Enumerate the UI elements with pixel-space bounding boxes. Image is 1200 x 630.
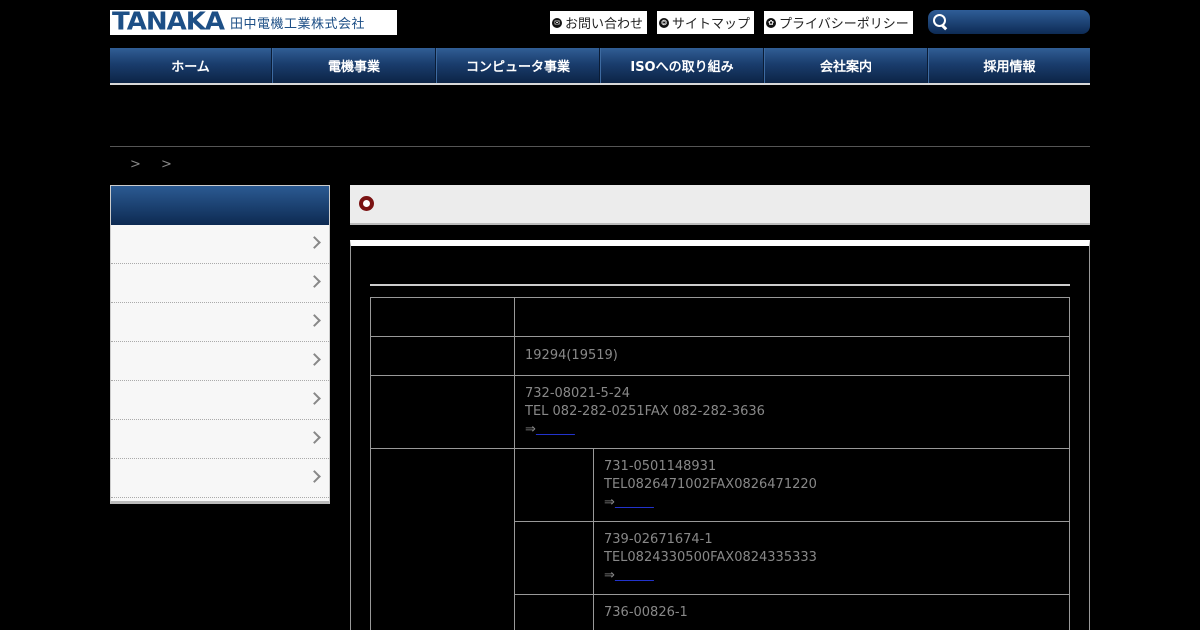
sidebar-item[interactable]: [111, 264, 329, 303]
company-info-table: 19294(19519) 732-08021-5-24 TEL 082-282-…: [370, 297, 1070, 630]
head-office-address: 732-08021-5-24: [525, 386, 631, 401]
global-nav: ホーム 電機事業 コンピュータ事業 ISOへの取り組み 会社案内 採用情報: [110, 48, 1090, 85]
sitemap-icon: ❂: [659, 17, 669, 28]
arrow-icon: ⇒: [604, 495, 615, 510]
table-row: 731-0501148931 TEL0826471002FAX082647122…: [370, 448, 1070, 630]
privacy-link-label: プライバシーポリシー: [779, 17, 909, 32]
nav-iso[interactable]: ISOへの取り組み: [600, 48, 764, 83]
branch-address: 731-0501148931: [604, 459, 717, 474]
sidebar-item[interactable]: [111, 303, 329, 342]
map-link[interactable]: [536, 422, 575, 437]
breadcrumb-separator: >: [130, 157, 141, 172]
table-cell: 736-00826-1: [593, 594, 1070, 630]
sidebar: [110, 185, 330, 504]
table-header-cell: [370, 375, 515, 449]
sidebar-item[interactable]: [111, 342, 329, 381]
contact-link-label: お問い合わせ: [565, 17, 644, 32]
table-subheader-cell: [514, 448, 594, 522]
mail-icon: ✉: [552, 17, 562, 28]
table-row: 732-08021-5-24 TEL 082-282-0251FAX 082-2…: [370, 375, 1070, 449]
breadcrumb-separator: >: [161, 157, 172, 172]
search-input[interactable]: [954, 15, 1084, 29]
sidebar-item[interactable]: [111, 381, 329, 420]
head-office-tel: TEL 082-282-0251FAX 082-282-3636: [525, 404, 765, 419]
branch-tel: TEL0826471002FAX0826471220: [604, 477, 817, 492]
chevron-right-icon: [308, 431, 321, 444]
title-bullet-icon: [359, 196, 374, 211]
divider: [110, 146, 1090, 147]
branch-tel: TEL0824330500FAX0824335333: [604, 550, 817, 565]
chevron-right-icon: [308, 470, 321, 483]
sidebar-header: [111, 186, 329, 225]
chevron-right-icon: [308, 353, 321, 366]
table-header-cell: [370, 336, 515, 376]
map-link[interactable]: [615, 495, 654, 510]
map-link[interactable]: [615, 568, 654, 583]
sidebar-item[interactable]: [111, 420, 329, 459]
sidebar-item[interactable]: [111, 459, 329, 498]
employee-count: 19294(19519): [525, 348, 618, 363]
table-cell: [514, 297, 1070, 337]
nav-computer[interactable]: コンピュータ事業: [436, 48, 600, 83]
nav-electric[interactable]: 電機事業: [272, 48, 436, 83]
nav-recruit[interactable]: 採用情報: [928, 48, 1090, 83]
table-cell: 739-02671674-1 TEL0824330500FAX082433533…: [593, 521, 1070, 595]
table-subheader-cell: [514, 521, 594, 595]
table-header-cell: [370, 448, 515, 630]
search-icon[interactable]: [932, 13, 950, 31]
table-row: 19294(19519): [370, 336, 1070, 376]
privacy-icon: ✿: [766, 17, 776, 28]
chevron-right-icon: [308, 314, 321, 327]
arrow-icon: ⇒: [604, 568, 615, 583]
section-heading-rule: [370, 284, 1070, 286]
search-box[interactable]: [928, 10, 1090, 34]
branch-address: 736-00826-1: [604, 605, 688, 620]
table-cell: 19294(19519): [514, 336, 1070, 376]
logo-brand: TANAKA: [112, 7, 225, 37]
company-logo[interactable]: TANAKA 田中電機工業株式会社: [110, 10, 397, 35]
table-row: [370, 297, 1070, 337]
chevron-right-icon: [308, 392, 321, 405]
contact-link[interactable]: ✉ お問い合わせ: [550, 11, 648, 34]
nav-company[interactable]: 会社案内: [764, 48, 928, 83]
sidebar-item[interactable]: [111, 225, 329, 264]
branch-address: 739-02671674-1: [604, 532, 713, 547]
privacy-policy-link[interactable]: ✿ プライバシーポリシー: [764, 11, 913, 34]
table-header-cell: [370, 297, 515, 337]
table-cell: 732-08021-5-24 TEL 082-282-0251FAX 082-2…: [514, 375, 1070, 449]
arrow-icon: ⇒: [525, 422, 536, 437]
breadcrumb: > >: [130, 157, 188, 172]
chevron-right-icon: [308, 236, 321, 249]
sitemap-link[interactable]: ❂ サイトマップ: [657, 11, 755, 34]
sitemap-link-label: サイトマップ: [672, 17, 751, 32]
table-subheader-cell: [514, 594, 594, 630]
logo-company-name: 田中電機工業株式会社: [230, 17, 366, 32]
chevron-right-icon: [308, 275, 321, 288]
nav-home[interactable]: ホーム: [110, 48, 272, 83]
page-title-bar: [350, 185, 1090, 225]
table-cell: 731-0501148931 TEL0826471002FAX082647122…: [593, 448, 1070, 522]
